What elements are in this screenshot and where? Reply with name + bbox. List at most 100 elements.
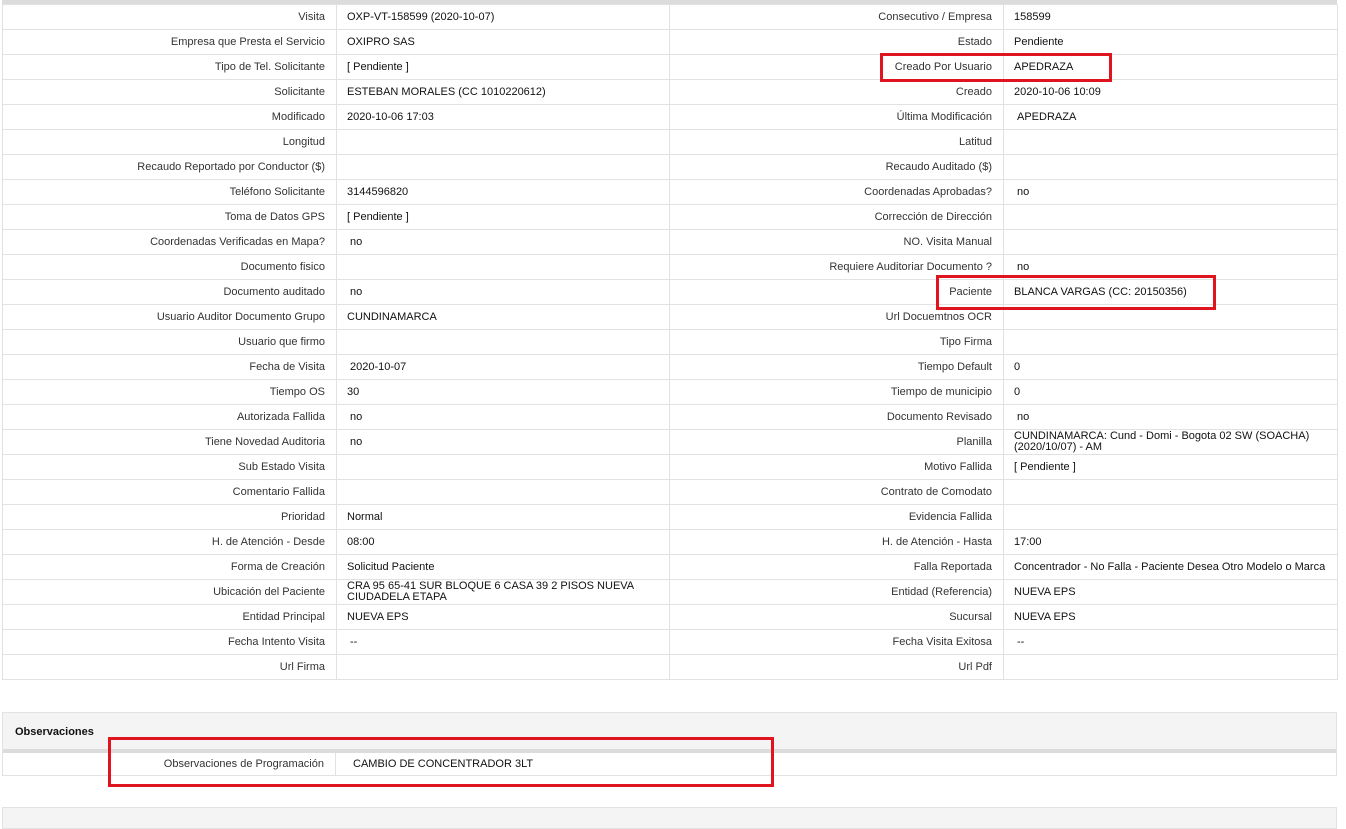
field-label: Fecha de Visita — [2, 354, 337, 380]
field-value — [336, 154, 670, 180]
detail-row: Usuario Auditor Documento Grupo CUNDINAMA… — [2, 304, 1338, 330]
field-value: Concentrador - No Falla - Paciente Desea… — [1003, 554, 1338, 580]
field-value: no — [1003, 179, 1338, 205]
field-value — [1003, 304, 1338, 330]
detail-row: H. de Atención - Desde 08:00 H. de Atenció… — [2, 529, 1338, 555]
detail-row: Longitud Latitud — [2, 129, 1338, 155]
field-label: H. de Atención - Desde — [2, 529, 337, 555]
field-value: [ Pendiente ] — [336, 204, 670, 230]
field-value: Normal — [336, 504, 670, 530]
field-label: Creado — [669, 79, 1004, 105]
field-value: 2020-10-06 10:09 — [1003, 79, 1338, 105]
field-label: Teléfono Solicitante — [2, 179, 337, 205]
detail-row: Forma de Creación Solicitud Paciente Falla… — [2, 554, 1338, 580]
field-label: Planilla — [669, 429, 1004, 455]
detail-row: Modificado 2020-10-06 17:03 Última Modific… — [2, 104, 1338, 130]
field-value: 2020-10-07 — [336, 354, 670, 380]
detail-row: Empresa que Presta el Servicio OXIPRO SAS… — [2, 29, 1338, 55]
field-label: Recaudo Reportado por Conductor ($) — [2, 154, 337, 180]
field-value — [336, 454, 670, 480]
field-value: no — [1003, 254, 1338, 280]
field-value — [336, 479, 670, 505]
field-label: Ubicación del Paciente — [2, 579, 337, 605]
field-label: Forma de Creación — [2, 554, 337, 580]
field-value: 17:00 — [1003, 529, 1338, 555]
field-value: -- — [1003, 629, 1338, 655]
field-value — [1003, 129, 1338, 155]
field-value: no — [336, 429, 670, 455]
field-value: BLANCA VARGAS (CC: 20150356) — [1003, 279, 1338, 305]
field-label: Evidencia Fallida — [669, 504, 1004, 530]
field-value — [1003, 504, 1338, 530]
field-value: NUEVA EPS — [1003, 579, 1338, 605]
field-label: Visita — [2, 4, 337, 30]
field-value: APEDRAZA — [1003, 104, 1338, 130]
detail-row: Tiempo OS 30 Tiempo de municipio 0 — [2, 379, 1338, 405]
field-label: Modificado — [2, 104, 337, 130]
field-value: Solicitud Paciente — [336, 554, 670, 580]
field-value: ESTEBAN MORALES (CC 1010220612) — [336, 79, 670, 105]
field-value — [1003, 229, 1338, 255]
field-value: 3144596820 — [336, 179, 670, 205]
field-label: Url Firma — [2, 654, 337, 680]
field-value: 0 — [1003, 379, 1338, 405]
visit-detail-rows: Visita OXP-VT-158599 (2020-10-07) Consecut… — [2, 4, 1338, 680]
field-value: CRA 95 65-41 SUR BLOQUE 6 CASA 39 2 PISO… — [336, 579, 670, 605]
detail-row: Sub Estado Visita Motivo Fallida[ Pendien… — [2, 454, 1338, 480]
detail-row: Solicitante ESTEBAN MORALES (CC 101022061… — [2, 79, 1338, 105]
field-value: [ Pendiente ] — [1003, 454, 1338, 480]
field-value: 158599 — [1003, 4, 1338, 30]
field-label: Contrato de Comodato — [669, 479, 1004, 505]
observaciones-title: Observaciones — [15, 726, 94, 738]
field-label: Entidad Principal — [2, 604, 337, 630]
field-value — [1003, 154, 1338, 180]
field-value: NUEVA EPS — [336, 604, 670, 630]
field-label: Tiene Novedad Auditoria — [2, 429, 337, 455]
field-label: Solicitante — [2, 79, 337, 105]
detail-row: Url Firma Url Pdf — [2, 654, 1338, 680]
field-value: no — [1003, 404, 1338, 430]
field-value: -- — [336, 629, 670, 655]
visit-detail-panel: Visita OXP-VT-158599 (2020-10-07) Consecut… — [2, 0, 1338, 680]
field-label: NO. Visita Manual — [669, 229, 1004, 255]
field-value: 2020-10-06 17:03 — [336, 104, 670, 130]
observaciones-section: Observaciones Observaciones de Programac… — [2, 712, 1337, 776]
field-label: Comentario Fallida — [2, 479, 337, 505]
detail-row: Visita OXP-VT-158599 (2020-10-07) Consecut… — [2, 4, 1338, 30]
field-label: Url Docuemtnos OCR — [669, 304, 1004, 330]
field-value: [ Pendiente ] — [336, 54, 670, 80]
detail-row: Comentario Fallida Contrato de Comodato — [2, 479, 1338, 505]
field-value: 30 — [336, 379, 670, 405]
field-label: Empresa que Presta el Servicio — [2, 29, 337, 55]
detail-row: Autorizada Fallida no Documento Revisado no — [2, 404, 1338, 430]
field-label: Documento fisico — [2, 254, 337, 280]
field-label: Entidad (Referencia) — [669, 579, 1004, 605]
field-value: 08:00 — [336, 529, 670, 555]
detail-row: Documento auditado no Paciente BLANCA VARGA… — [2, 279, 1338, 305]
field-label: Sucursal — [669, 604, 1004, 630]
field-label: Requiere Auditoriar Documento ? — [669, 254, 1004, 280]
field-label: Estado — [669, 29, 1004, 55]
detail-row: Recaudo Reportado por Conductor ($) Recau… — [2, 154, 1338, 180]
field-value: 0 — [1003, 354, 1338, 380]
detail-row: Teléfono Solicitante 3144596820 Coordenada… — [2, 179, 1338, 205]
field-value — [336, 329, 670, 355]
detail-row: Usuario que firmo Tipo Firma — [2, 329, 1338, 355]
field-value: OXP-VT-158599 (2020-10-07) — [336, 4, 670, 30]
field-label: Última Modificación — [669, 104, 1004, 130]
field-value: CUNDINAMARCA: Cund - Domi - Bogota 02 SW… — [1003, 429, 1338, 455]
field-label: Documento Revisado — [669, 404, 1004, 430]
field-label: Coordenadas Verificadas en Mapa? — [2, 229, 337, 255]
field-label: Recaudo Auditado ($) — [669, 154, 1004, 180]
detail-row: Toma de Datos GPS[ Pendiente ] Corrección… — [2, 204, 1338, 230]
observaciones-row: Observaciones de Programación CAMBIO DE … — [3, 749, 1336, 775]
field-label: H. de Atención - Hasta — [669, 529, 1004, 555]
field-label: Creado Por Usuario — [669, 54, 1004, 80]
detail-row: Fecha de Visita 2020-10-07 Tiempo Default 0 — [2, 354, 1338, 380]
field-label: Longitud — [2, 129, 337, 155]
field-label: Sub Estado Visita — [2, 454, 337, 480]
detail-row: Prioridad Normal Evidencia Fallida — [2, 504, 1338, 530]
field-value: OXIPRO SAS — [336, 29, 670, 55]
field-value: no — [336, 229, 670, 255]
field-label: Toma de Datos GPS — [2, 204, 337, 230]
